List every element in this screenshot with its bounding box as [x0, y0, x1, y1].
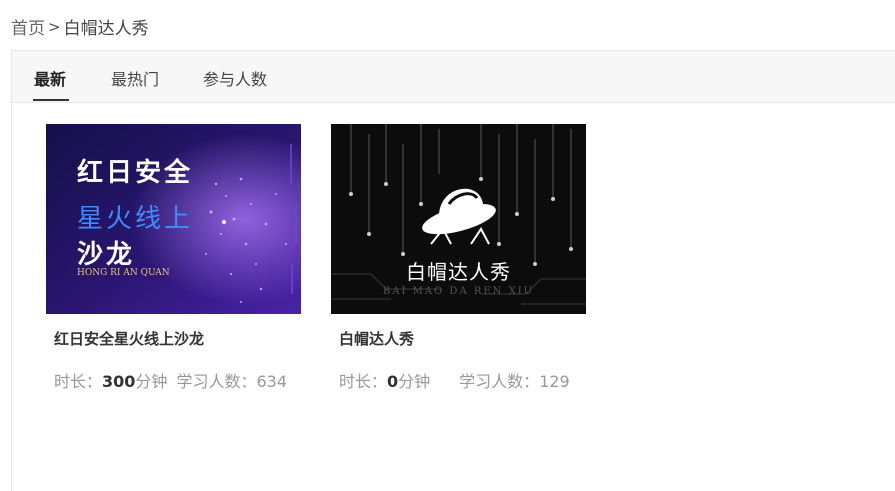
duration-label: 时长：	[339, 372, 388, 391]
course-thumbnail[interactable]: 白帽达人秀 BAI MAO DA REN XIU	[331, 124, 586, 314]
learners-label: 学习人数：	[459, 372, 540, 391]
course-thumbnail[interactable]: 红日安全 星火线上 沙龙 HONG RI AN QUAN	[46, 124, 301, 314]
duration-value: 0	[387, 372, 399, 391]
tab-latest[interactable]: 最新	[34, 66, 66, 90]
tab-hottest[interactable]: 最热门	[111, 66, 159, 90]
course-panel: 最新 最热门 参与人数 红日安全 星火线上 沙龙 HONG RI AN QUAN…	[11, 50, 895, 491]
sort-tabs: 最新 最热门 参与人数	[12, 51, 895, 103]
thumb-title-line2: 星火线上	[77, 204, 194, 234]
course-meta: 时长：0分钟 学习人数：129	[339, 368, 570, 392]
thumb-title: 白帽达人秀	[406, 260, 511, 284]
thumb-title-line3: 沙龙	[77, 240, 136, 270]
thumb-title-line1: 红日安全	[77, 158, 194, 188]
learners-value: 634	[256, 372, 287, 391]
learners-label: 学习人数：	[176, 372, 257, 391]
course-card[interactable]: 红日安全 星火线上 沙龙 HONG RI AN QUAN 红日安全星火线上沙龙 …	[46, 124, 301, 391]
duration-unit: 分钟	[135, 372, 168, 391]
breadcrumb-separator: >	[48, 17, 61, 36]
duration-value: 300	[102, 372, 136, 391]
tab-participants[interactable]: 参与人数	[203, 66, 267, 90]
breadcrumb-current: 白帽达人秀	[63, 19, 149, 39]
duration-unit: 分钟	[398, 372, 431, 391]
course-card[interactable]: 白帽达人秀 BAI MAO DA REN XIU 白帽达人秀 时长：0分钟 学习人…	[331, 124, 586, 391]
course-title[interactable]: 白帽达人秀	[339, 328, 414, 349]
thumb-subtitle: BAI MAO DA REN XIU	[382, 286, 535, 297]
breadcrumb-home-link[interactable]: 首页	[11, 14, 45, 39]
learners-value: 129	[539, 372, 570, 391]
breadcrumb: 首页 > 白帽达人秀	[11, 14, 149, 40]
duration-label: 时长：	[54, 372, 103, 391]
course-meta: 时长：300分钟 学习人数：634	[54, 368, 287, 392]
thumb-subtitle: HONG RI AN QUAN	[77, 268, 170, 278]
active-tab-indicator	[33, 99, 69, 101]
course-title[interactable]: 红日安全星火线上沙龙	[54, 328, 204, 349]
